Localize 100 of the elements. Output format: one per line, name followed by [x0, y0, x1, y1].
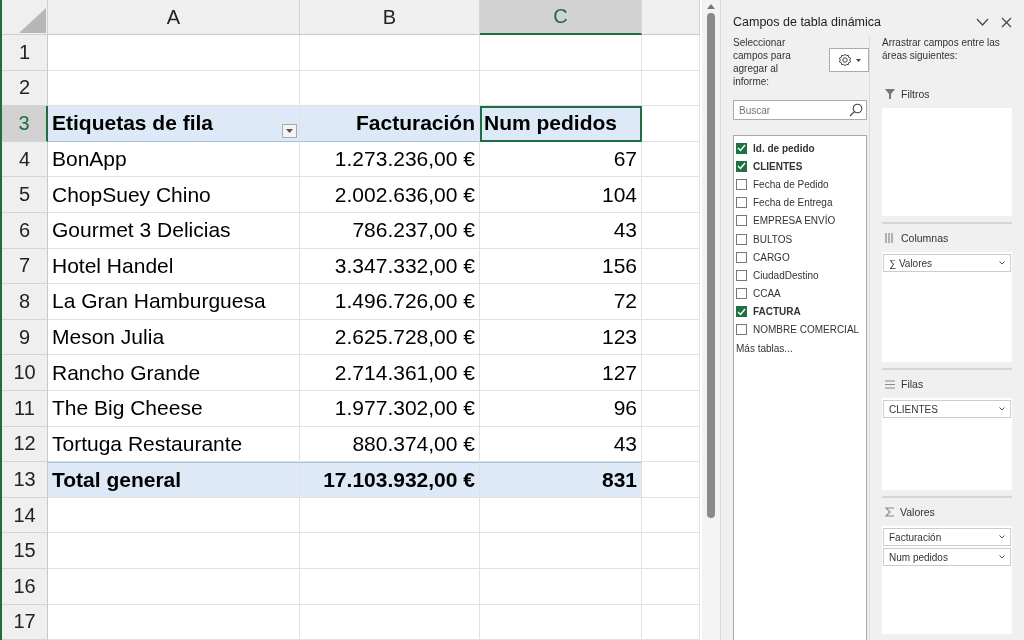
area-field-dropdown[interactable]: Facturación	[883, 528, 1011, 546]
table-cell	[642, 462, 700, 498]
field-label[interactable]: CARGO	[753, 251, 790, 263]
table-cell	[642, 533, 700, 569]
table-cell: The Big Cheese	[48, 390, 300, 427]
row-header[interactable]: 10	[2, 355, 48, 391]
table-cell	[642, 106, 700, 142]
drop-area[interactable]: Facturación Num pedidos	[882, 526, 1012, 634]
total-cell: Total general	[48, 462, 300, 498]
table-cell	[642, 141, 700, 178]
fields-caption: Seleccionar campos para agregar al informe:	[733, 36, 792, 88]
field-label[interactable]: CLIENTES	[753, 160, 803, 172]
table-cell: Gourmet 3 Delicias	[48, 212, 300, 249]
table-cell: BonApp	[48, 141, 300, 178]
table-cell	[642, 319, 700, 356]
table-cell	[642, 426, 700, 463]
table-cell: ChopSuey Chino	[48, 177, 300, 213]
drop-area[interactable]: CLIENTES	[882, 398, 1012, 490]
column-header[interactable]: A	[48, 0, 300, 35]
checkbox[interactable]	[736, 269, 747, 281]
more-tables-link[interactable]: Más tablas...	[736, 343, 793, 355]
area-title: Filtros	[901, 88, 930, 100]
table-cell: 96	[480, 390, 642, 427]
row-header[interactable]: 6	[2, 212, 48, 249]
area-title: Valores	[900, 506, 935, 518]
row-header[interactable]: 4	[2, 141, 48, 178]
row-header[interactable]: 12	[2, 426, 48, 463]
checkbox[interactable]	[736, 324, 747, 336]
column-label: Etiquetas de fila	[48, 106, 300, 142]
table-cell: 72	[480, 284, 642, 320]
scroll-up-arrow-icon[interactable]	[707, 4, 715, 9]
checkbox[interactable]	[736, 160, 747, 172]
vertical-scrollbar[interactable]	[702, 0, 720, 640]
checkbox[interactable]	[736, 215, 747, 227]
field-label[interactable]: EMPRESA ENVÍO	[753, 215, 836, 227]
area-field-dropdown[interactable]: ∑ Valores	[883, 254, 1011, 272]
field-label[interactable]: FACTURA	[753, 306, 801, 318]
caret-icon	[999, 555, 1005, 559]
table-cell: Hotel Handel	[48, 248, 300, 285]
row-header[interactable]: 17	[2, 604, 48, 640]
table-cell: 123	[480, 319, 642, 356]
field-label[interactable]: NOMBRE COMERCIAL	[753, 324, 860, 336]
filter-dropdown-button[interactable]	[282, 123, 297, 138]
table-cell: 3.347.332,00 €	[300, 248, 480, 285]
checkbox[interactable]	[736, 233, 747, 245]
table-cell	[642, 390, 700, 427]
row-header[interactable]: 8	[2, 284, 48, 320]
row-header[interactable]: 14	[2, 497, 48, 534]
row-header[interactable]: 15	[2, 533, 48, 569]
row-header[interactable]: 5	[2, 177, 48, 213]
checkbox[interactable]	[736, 142, 747, 154]
field-label[interactable]: CiudadDestino	[753, 269, 819, 281]
table-cell: 127	[480, 355, 642, 391]
row-header[interactable]: 16	[2, 568, 48, 605]
checkbox[interactable]	[736, 251, 747, 263]
table-cell: 1.977.302,00 €	[300, 390, 480, 427]
table-cell: Rancho Grande	[48, 355, 300, 391]
table-cell	[642, 177, 700, 213]
row-header[interactable]: 13	[2, 462, 48, 498]
table-cell: Meson Julia	[48, 319, 300, 356]
caret-icon	[999, 535, 1005, 539]
table-cell: 43	[480, 212, 642, 249]
table-cell: 786.237,00 €	[300, 212, 480, 249]
areas-caption: Arrastrar campos entre las áreas siguientes:	[882, 36, 1001, 63]
total-cell: 17.103.932,00 €	[300, 462, 480, 498]
column-header[interactable]: C	[480, 0, 642, 35]
table-cell: 67	[480, 141, 642, 178]
field-label[interactable]: Fecha de Pedido	[753, 178, 829, 190]
row-header[interactable]: 3	[2, 106, 48, 142]
field-label[interactable]: Fecha de Entrega	[753, 197, 833, 209]
row-header[interactable]: 2	[2, 70, 48, 107]
table-cell: 156	[480, 248, 642, 285]
table-cell: 1.496.726,00 €	[300, 284, 480, 320]
column-label: Num pedidos	[480, 106, 642, 142]
table-cell: 2.714.361,00 €	[300, 355, 480, 391]
column-header[interactable]: B	[300, 0, 480, 35]
close-icon[interactable]	[1001, 16, 1012, 28]
table-cell	[642, 70, 700, 107]
row-header[interactable]: 1	[2, 35, 48, 71]
chevron-down-icon[interactable]	[976, 18, 989, 26]
checkbox[interactable]	[736, 178, 747, 190]
search-field[interactable]: Buscar	[733, 100, 867, 120]
field-label[interactable]: CCAA	[753, 288, 781, 300]
row-header[interactable]: 9	[2, 319, 48, 356]
panel-title: Campos de tabla dinámica	[733, 15, 882, 29]
field-label[interactable]: BULTOS	[753, 233, 793, 245]
table-cell: 104	[480, 177, 642, 213]
checkbox[interactable]	[736, 288, 747, 300]
row-header[interactable]: 7	[2, 248, 48, 285]
area-field-dropdown[interactable]: CLIENTES	[883, 400, 1011, 418]
settings-button[interactable]	[829, 48, 869, 72]
area-field-dropdown[interactable]: Num pedidos	[883, 548, 1011, 566]
checkbox[interactable]	[736, 306, 747, 318]
checkbox[interactable]	[736, 197, 747, 209]
funnel-icon	[885, 89, 895, 99]
caret-icon	[999, 407, 1005, 411]
field-label[interactable]: Id. de pedido	[753, 142, 815, 154]
drop-area[interactable]: ∑ Valores	[882, 252, 1012, 362]
search-icon	[849, 103, 863, 117]
row-header[interactable]: 11	[2, 390, 48, 427]
